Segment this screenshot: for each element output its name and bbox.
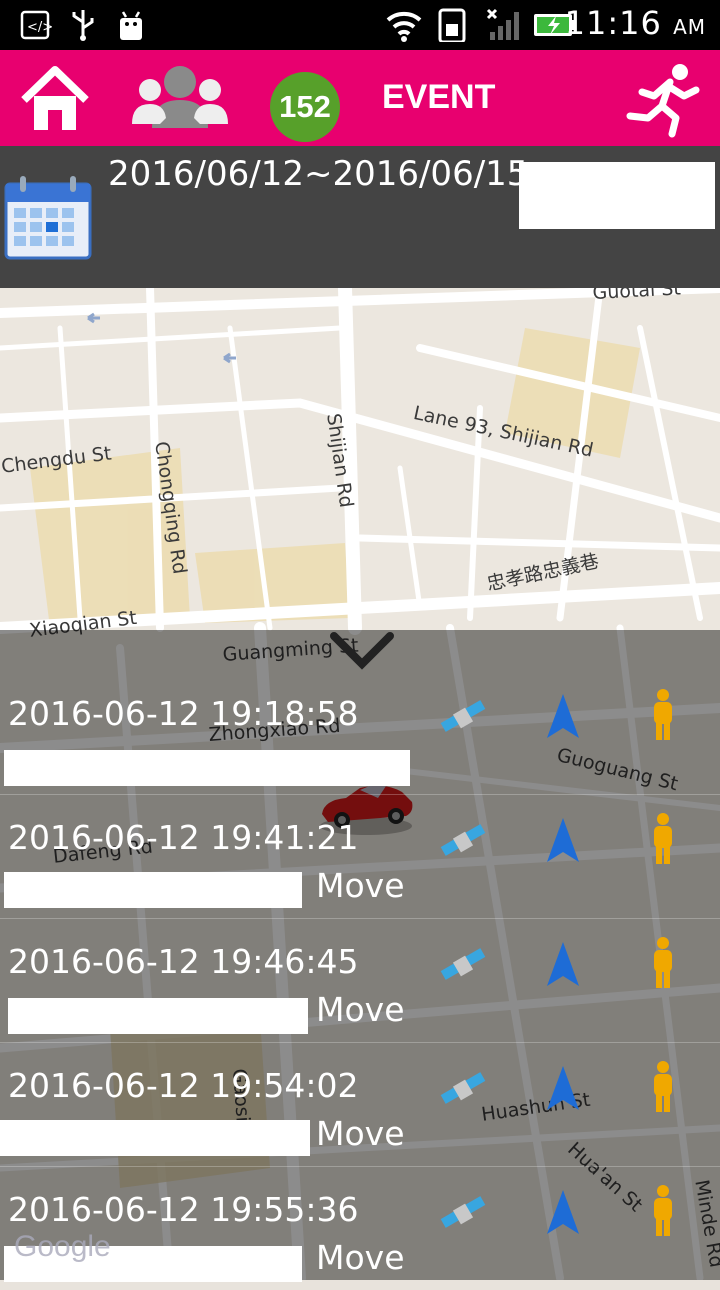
sim-icon — [438, 8, 466, 42]
event-status: Move — [316, 1238, 405, 1277]
person-icon — [654, 1061, 672, 1112]
satellite-icon — [440, 1196, 486, 1228]
satellite-icon — [440, 1072, 486, 1104]
code-icon: </> — [20, 10, 52, 40]
navigation-arrow-icon — [547, 1066, 579, 1110]
redacted-address — [0, 1120, 310, 1156]
list-item[interactable]: 2016-06-12 19:55:36 Move — [0, 1166, 720, 1290]
top-toolbar: 152 EVENT — [0, 50, 720, 146]
satellite-icon — [440, 948, 486, 980]
calendar-icon[interactable] — [4, 174, 92, 262]
signal-icon — [486, 8, 519, 40]
list-item[interactable]: 2016-06-12 19:54:02 Move — [0, 1042, 720, 1167]
list-item[interactable]: 2016-06-12 19:46:45 Move — [0, 918, 720, 1043]
event-list: 2016-06-12 19:18:58 2016-06-12 19:41:21 … — [0, 630, 720, 1282]
event-timestamp: 2016-06-12 19:54:02 — [8, 1066, 359, 1105]
date-filter-box[interactable] — [519, 162, 715, 229]
chevron-down-icon[interactable] — [330, 630, 394, 670]
person-icon — [654, 689, 672, 740]
runner-icon[interactable] — [624, 62, 704, 138]
status-bar: </> 11:16 AM — [0, 0, 720, 50]
navigation-arrow-icon — [547, 818, 579, 862]
clock-time: 11:16 — [564, 4, 662, 42]
navigation-arrow-icon — [547, 694, 579, 738]
group-icon[interactable] — [130, 62, 230, 138]
list-item[interactable]: 2016-06-12 19:41:21 Move — [0, 794, 720, 919]
navigation-arrow-icon — [547, 1190, 579, 1234]
event-count-badge[interactable]: 152 — [270, 72, 340, 142]
event-timestamp: 2016-06-12 19:18:58 — [8, 694, 359, 733]
android-debug-icon — [120, 11, 142, 40]
redacted-address — [4, 750, 410, 786]
event-status: Move — [316, 1114, 405, 1153]
redacted-address — [8, 998, 308, 1034]
event-timestamp: 2016-06-12 19:46:45 — [8, 942, 359, 981]
home-icon[interactable] — [20, 64, 90, 134]
person-icon — [654, 937, 672, 988]
list-item[interactable]: 2016-06-12 19:18:58 — [0, 670, 720, 795]
event-status: Move — [316, 866, 405, 905]
event-timestamp: 2016-06-12 19:41:21 — [8, 818, 359, 857]
date-range-text[interactable]: 2016/06/12~2016/06/15 — [108, 154, 528, 194]
satellite-icon — [440, 700, 486, 732]
person-icon — [654, 813, 672, 864]
event-timestamp: 2016-06-12 19:55:36 — [8, 1190, 359, 1229]
event-title[interactable]: EVENT — [382, 78, 495, 117]
redacted-address — [4, 872, 302, 908]
date-range-bar: 2016/06/12~2016/06/15 — [0, 146, 720, 288]
usb-icon — [72, 10, 94, 41]
satellite-icon — [440, 824, 486, 856]
navigation-arrow-icon — [547, 942, 579, 986]
svg-text:</>: </> — [27, 20, 52, 35]
clock: 11:16 AM — [565, 4, 706, 42]
event-status: Move — [316, 990, 405, 1029]
person-icon — [654, 1185, 672, 1236]
clock-ampm: AM — [673, 15, 706, 39]
google-attribution: Google — [14, 1230, 111, 1263]
wifi-icon — [386, 11, 422, 42]
